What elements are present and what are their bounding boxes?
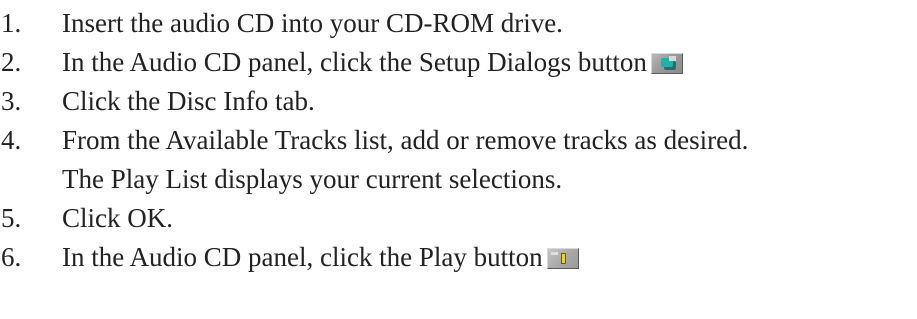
step-number: 5. bbox=[1, 203, 22, 233]
step-1: 1. Insert the audio CD into your CD-ROM … bbox=[0, 4, 917, 43]
step-6: 6. In the Audio CD panel, click the Play… bbox=[0, 238, 917, 277]
step-2: 2. In the Audio CD panel, click the Setu… bbox=[0, 43, 917, 82]
step-number: 6. bbox=[1, 242, 22, 272]
step-4: 4. From the Available Tracks list, add o… bbox=[0, 121, 917, 199]
step-5: 5. Click OK. bbox=[0, 199, 917, 238]
step-text: Click the Disc Info tab. bbox=[62, 86, 315, 116]
step-text: In the Audio CD panel, click the Setup D… bbox=[62, 47, 647, 77]
step-number: 3. bbox=[1, 86, 22, 116]
step-text: In the Audio CD panel, click the Play bu… bbox=[62, 242, 543, 272]
step-text: From the Available Tracks list, add or r… bbox=[62, 125, 749, 155]
step-number: 4. bbox=[1, 125, 22, 155]
step-number: 2. bbox=[1, 47, 22, 77]
step-text-continuation: The Play List displays your current sele… bbox=[62, 164, 563, 194]
play-icon bbox=[546, 248, 579, 269]
instruction-steps: 1. Insert the audio CD into your CD-ROM … bbox=[0, 4, 917, 277]
step-text: Click OK. bbox=[62, 203, 173, 233]
step-text: Insert the audio CD into your CD-ROM dri… bbox=[62, 8, 563, 38]
step-text-with-icon: In the Audio CD panel, click the Play bu… bbox=[62, 238, 917, 277]
step-3: 3. Click the Disc Info tab. bbox=[0, 82, 917, 121]
setup-dialogs-icon bbox=[650, 53, 683, 74]
step-text-with-icon: In the Audio CD panel, click the Setup D… bbox=[62, 43, 917, 82]
step-number: 1. bbox=[1, 8, 22, 38]
